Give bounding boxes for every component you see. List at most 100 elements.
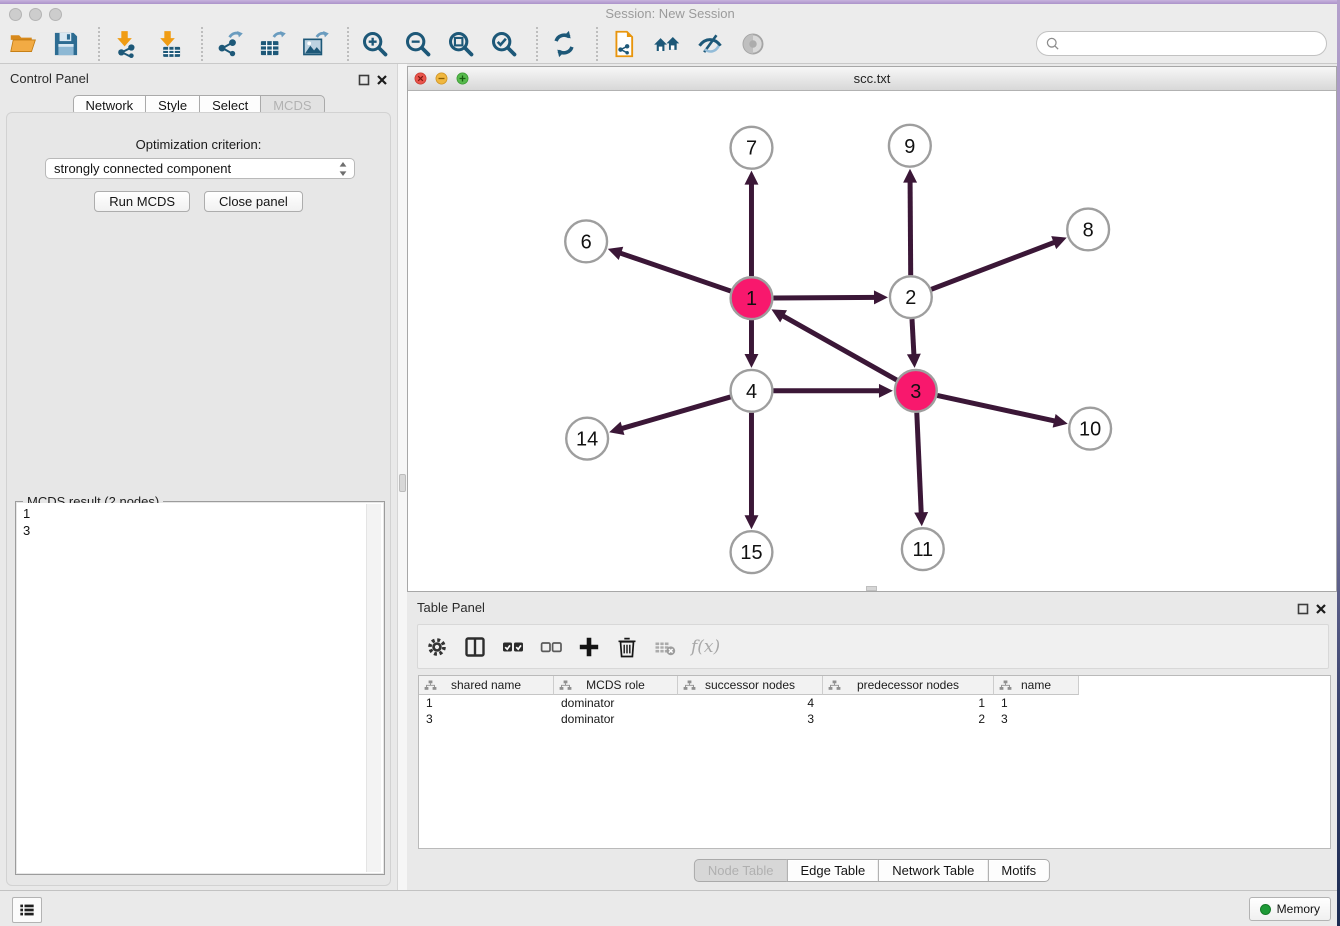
- run-mcds-button[interactable]: Run MCDS: [94, 191, 190, 212]
- edge-4-3[interactable]: [773, 384, 893, 398]
- node-label: 4: [746, 381, 757, 403]
- graph-node-2[interactable]: 2: [890, 276, 932, 318]
- toggle-columns-icon[interactable]: [463, 635, 487, 659]
- graph-node-11[interactable]: 11: [902, 528, 944, 570]
- deselect-all-rows-icon[interactable]: [539, 635, 563, 659]
- network-view[interactable]: 1 2 3 4 6 7 8 9 10 11 14 15: [408, 91, 1336, 591]
- table-cell[interactable]: 1: [823, 695, 994, 711]
- float-table-panel-icon[interactable]: [1297, 603, 1309, 615]
- graph-node-14[interactable]: 14: [566, 418, 608, 460]
- new-network-from-selection-icon[interactable]: [610, 30, 638, 58]
- edge-2-9[interactable]: [903, 169, 917, 276]
- edge-1-2[interactable]: [773, 290, 888, 304]
- column-header-name[interactable]: name: [994, 676, 1079, 695]
- zoom-in-icon[interactable]: [361, 30, 389, 58]
- graph-node-4[interactable]: 4: [731, 370, 773, 412]
- delete-columns-icon[interactable]: [615, 635, 639, 659]
- edge-1-4[interactable]: [745, 320, 759, 368]
- control-panel-scrollbar[interactable]: [397, 64, 407, 890]
- memory-label: Memory: [1277, 902, 1320, 916]
- graph-node-10[interactable]: 10: [1069, 408, 1111, 450]
- column-label: successor nodes: [678, 676, 822, 694]
- network-window-titlebar: scc.txt: [408, 67, 1336, 91]
- export-network-icon[interactable]: [215, 30, 243, 58]
- edge-3-10[interactable]: [937, 395, 1068, 427]
- export-image-icon[interactable]: [301, 30, 329, 58]
- graph-node-9[interactable]: 9: [889, 125, 931, 167]
- column-header-MCDS-role[interactable]: MCDS role: [554, 676, 678, 695]
- open-session-icon[interactable]: [9, 30, 37, 58]
- minimize-window-button[interactable]: [29, 8, 42, 21]
- edge-3-11[interactable]: [914, 413, 928, 527]
- import-network-icon[interactable]: [112, 30, 140, 58]
- apply-layout-icon[interactable]: [550, 30, 578, 58]
- hide-selected-icon[interactable]: [696, 30, 724, 58]
- table-cell[interactable]: 3: [678, 711, 823, 727]
- edge-2-8[interactable]: [931, 236, 1066, 289]
- frame-maximize-icon[interactable]: [456, 72, 469, 85]
- frame-close-icon[interactable]: [414, 72, 427, 85]
- memory-status-icon: [1260, 904, 1271, 915]
- tab-node-table[interactable]: Node Table: [694, 859, 788, 882]
- criterion-select[interactable]: strongly connected component: [45, 158, 355, 179]
- graph-node-6[interactable]: 6: [565, 220, 607, 262]
- close-window-button[interactable]: [9, 8, 22, 21]
- table-cell[interactable]: dominator: [554, 711, 678, 727]
- zoom-selected-icon[interactable]: [490, 30, 518, 58]
- edge-4-15[interactable]: [745, 413, 759, 530]
- task-history-button[interactable]: [12, 897, 42, 923]
- table-cell[interactable]: 2: [823, 711, 994, 727]
- table-cell[interactable]: 1: [994, 695, 1079, 711]
- column-header-predecessor-nodes[interactable]: predecessor nodes: [823, 676, 994, 695]
- graph-node-15[interactable]: 15: [731, 531, 773, 573]
- result-scrollbar[interactable]: [366, 504, 381, 872]
- close-panel-button[interactable]: Close panel: [204, 191, 303, 212]
- column-header-shared-name[interactable]: shared name: [419, 676, 554, 695]
- graph-node-7[interactable]: 7: [731, 127, 773, 169]
- column-header-successor-nodes[interactable]: successor nodes: [678, 676, 823, 695]
- fullscreen-window-button[interactable]: [49, 8, 62, 21]
- zoom-out-icon[interactable]: [404, 30, 432, 58]
- edge-1-7[interactable]: [745, 171, 759, 277]
- edge-2-3[interactable]: [907, 319, 921, 368]
- scrollbar-thumb[interactable]: [399, 474, 406, 492]
- edge-4-14[interactable]: [609, 397, 730, 435]
- new-column-icon[interactable]: [577, 635, 601, 659]
- table-options-icon[interactable]: [425, 635, 449, 659]
- graph-node-8[interactable]: 8: [1067, 209, 1109, 251]
- edge-3-1[interactable]: [771, 309, 896, 380]
- close-table-panel-icon[interactable]: [1315, 603, 1327, 615]
- import-table-icon[interactable]: [155, 30, 183, 58]
- list-icon: [17, 900, 37, 920]
- table-row[interactable]: 1dominator411: [419, 695, 1330, 711]
- frame-minimize-icon[interactable]: [435, 72, 448, 85]
- table-cell[interactable]: 1: [419, 695, 554, 711]
- node-table: shared nameMCDS rolesuccessor nodesprede…: [418, 675, 1331, 849]
- edge-1-6[interactable]: [608, 247, 731, 291]
- mcds-panel: Optimization criterion: strongly connect…: [6, 112, 391, 886]
- memory-button[interactable]: Memory: [1249, 897, 1331, 921]
- table-cell[interactable]: 3: [994, 711, 1079, 727]
- tab-network-table[interactable]: Network Table: [878, 859, 988, 882]
- graph-node-3[interactable]: 3: [895, 370, 937, 412]
- table-row[interactable]: 3dominator323: [419, 711, 1330, 727]
- table-cell[interactable]: 3: [419, 711, 554, 727]
- graph-node-1[interactable]: 1: [731, 277, 773, 319]
- search-input[interactable]: [1062, 36, 1326, 51]
- first-neighbors-icon[interactable]: [653, 30, 681, 58]
- tab-edge-table[interactable]: Edge Table: [786, 859, 879, 882]
- zoom-fit-icon[interactable]: [447, 30, 475, 58]
- table-cell[interactable]: dominator: [554, 695, 678, 711]
- mcds-result-textarea[interactable]: 1 3: [17, 503, 383, 873]
- select-all-rows-icon[interactable]: [501, 635, 525, 659]
- tab-motifs[interactable]: Motifs: [987, 859, 1050, 882]
- search-box[interactable]: [1036, 31, 1327, 56]
- float-panel-icon[interactable]: [358, 74, 370, 86]
- table-cell[interactable]: 4: [678, 695, 823, 711]
- export-table-icon[interactable]: [258, 30, 286, 58]
- save-session-icon[interactable]: [52, 30, 80, 58]
- close-panel-icon[interactable]: [376, 74, 388, 86]
- control-panel-title: Control Panel: [10, 71, 89, 86]
- network-canvas[interactable]: 1 2 3 4 6 7 8 9 10 11 14 15: [408, 91, 1336, 591]
- resize-grip[interactable]: [866, 586, 877, 591]
